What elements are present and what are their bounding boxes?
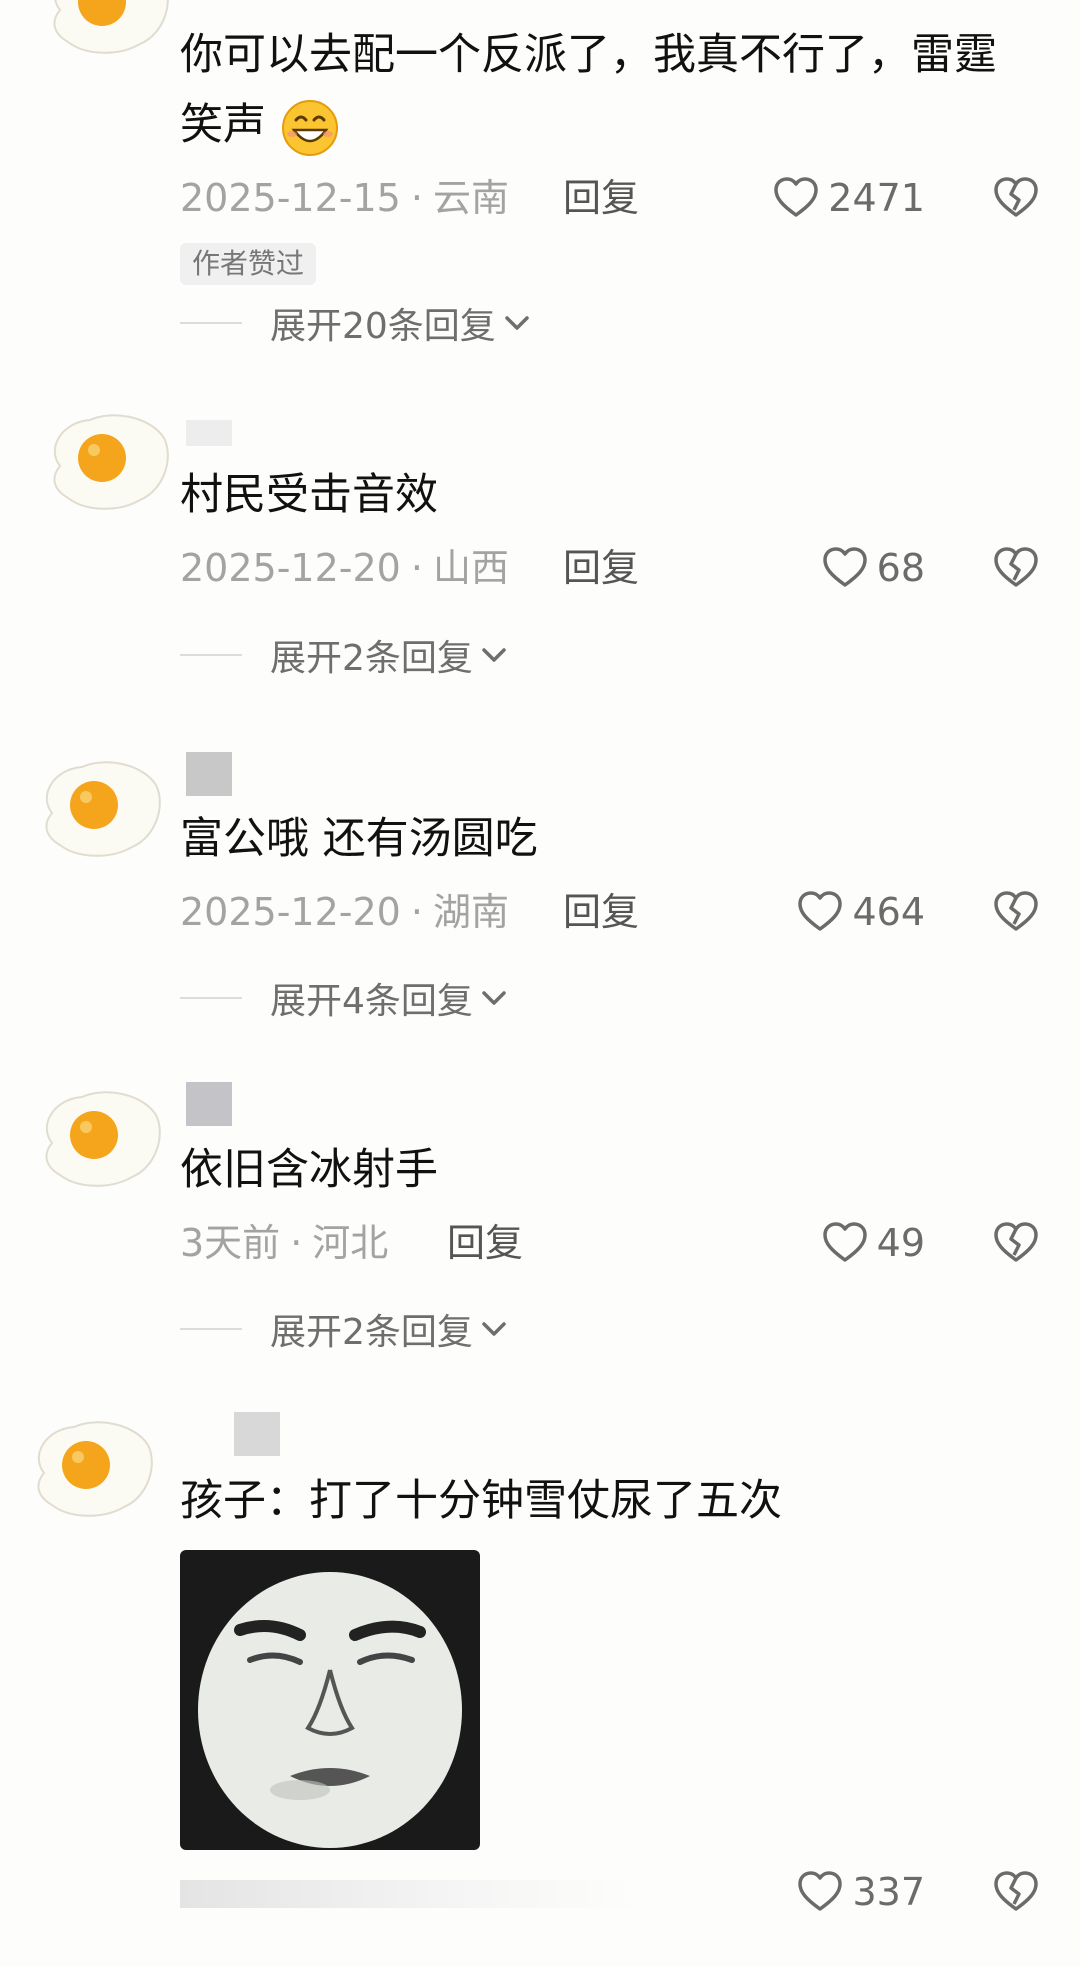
comment-location: 湖南 [432, 890, 509, 934]
comment-meta: 2025-12-15 · 云南 [180, 170, 509, 226]
fried-egg-avatar [40, 408, 172, 518]
chevron-down-icon [479, 640, 509, 670]
comment-meta: 2025-12-20 · 湖南 [180, 884, 509, 940]
heart-outline-icon [772, 174, 820, 222]
sticker-image [180, 1550, 480, 1850]
like-count: 2471 [828, 176, 925, 220]
panda-face-meme-sticker[interactable] [180, 1550, 480, 1850]
broken-heart-icon[interactable] [992, 1219, 1040, 1267]
comment-text: 富公哦 还有汤圆吃 [180, 814, 538, 864]
expand-replies-label: 展开4条回复 [270, 981, 473, 1022]
like-button[interactable]: 464 [796, 884, 925, 940]
heart-outline-icon [821, 544, 869, 592]
broken-heart-icon[interactable] [992, 174, 1040, 222]
username-placeholder [186, 420, 232, 446]
comment-date: 2025-12-20 [180, 546, 401, 590]
divider-line [180, 322, 242, 324]
expand-replies-button[interactable]: 展开20条回复 [180, 295, 532, 351]
meta-separator: · [410, 890, 423, 934]
comment-location: 河北 [312, 1221, 389, 1265]
chevron-down-icon [479, 983, 509, 1013]
reply-button[interactable]: 回复 [563, 884, 639, 940]
comment-text: 你可以去配一个反派了，我真不行了，雷霆笑声 [180, 20, 1020, 160]
fried-egg-avatar [32, 755, 164, 865]
username[interactable] [234, 1412, 280, 1456]
like-count: 337 [852, 1870, 925, 1914]
grinning-face-emoji [281, 99, 338, 156]
expand-replies-label: 展开2条回复 [270, 638, 473, 679]
avatar[interactable] [32, 1085, 164, 1195]
comment-text: 孩子：打了十分钟雪仗尿了五次 [180, 1476, 782, 1526]
like-button[interactable]: 2471 [772, 170, 925, 226]
username[interactable] [186, 752, 232, 796]
like-button[interactable]: 337 [796, 1864, 925, 1920]
expand-replies-label: 展开2条回复 [270, 1312, 473, 1353]
divider-line [180, 654, 242, 656]
heart-outline-icon [796, 1868, 844, 1916]
broken-heart-icon[interactable] [992, 1868, 1040, 1916]
like-button[interactable]: 49 [821, 1215, 925, 1271]
meta-separator: · [290, 1221, 303, 1265]
comment-meta: 3天前 · 河北 [180, 1215, 388, 1271]
like-count: 49 [876, 1221, 925, 1265]
avatar[interactable] [24, 1415, 156, 1525]
heart-outline-icon [821, 1219, 869, 1267]
like-count: 68 [876, 546, 925, 590]
expand-replies-button[interactable]: 展开4条回复 [180, 970, 509, 1026]
username-placeholder [234, 1412, 280, 1456]
heart-outline-icon [796, 888, 844, 936]
comment-text: 村民受击音效 [180, 470, 438, 520]
username[interactable] [186, 1082, 232, 1126]
divider-line [180, 1328, 242, 1330]
loading-placeholder-bar [180, 1880, 640, 1908]
fried-egg-avatar [24, 1415, 156, 1525]
expand-replies-button[interactable]: 展开2条回复 [180, 627, 509, 683]
reply-button[interactable]: 回复 [563, 170, 639, 226]
like-button[interactable]: 68 [821, 540, 925, 596]
divider-line [180, 997, 242, 999]
avatar[interactable] [32, 755, 164, 865]
meta-separator: · [410, 176, 423, 220]
username-placeholder [186, 1082, 232, 1126]
broken-heart-icon[interactable] [992, 888, 1040, 936]
comment-location: 云南 [432, 176, 509, 220]
comment-date: 3天前 [180, 1221, 281, 1265]
reply-button[interactable]: 回复 [447, 1215, 523, 1271]
chevron-down-icon [479, 1314, 509, 1344]
expand-replies-label: 展开20条回复 [270, 306, 496, 347]
meta-separator: · [410, 546, 423, 590]
chevron-down-icon [502, 308, 532, 338]
fried-egg-avatar [40, 0, 172, 62]
comment-location: 山西 [432, 546, 509, 590]
username[interactable] [186, 420, 232, 460]
comment-text: 依旧含冰射手 [180, 1145, 438, 1195]
reply-button[interactable]: 回复 [563, 540, 639, 596]
avatar[interactable] [40, 0, 172, 62]
fried-egg-avatar [32, 1085, 164, 1195]
avatar[interactable] [40, 408, 172, 518]
broken-heart-icon[interactable] [992, 544, 1040, 592]
comment-date: 2025-12-20 [180, 890, 401, 934]
author-liked-badge: 作者赞过 [180, 243, 317, 285]
like-count: 464 [852, 890, 925, 934]
expand-replies-button[interactable]: 展开2条回复 [180, 1301, 509, 1357]
comment-meta: 2025-12-20 · 山西 [180, 540, 509, 596]
username-placeholder [186, 752, 232, 796]
comment-date: 2025-12-15 [180, 176, 401, 220]
